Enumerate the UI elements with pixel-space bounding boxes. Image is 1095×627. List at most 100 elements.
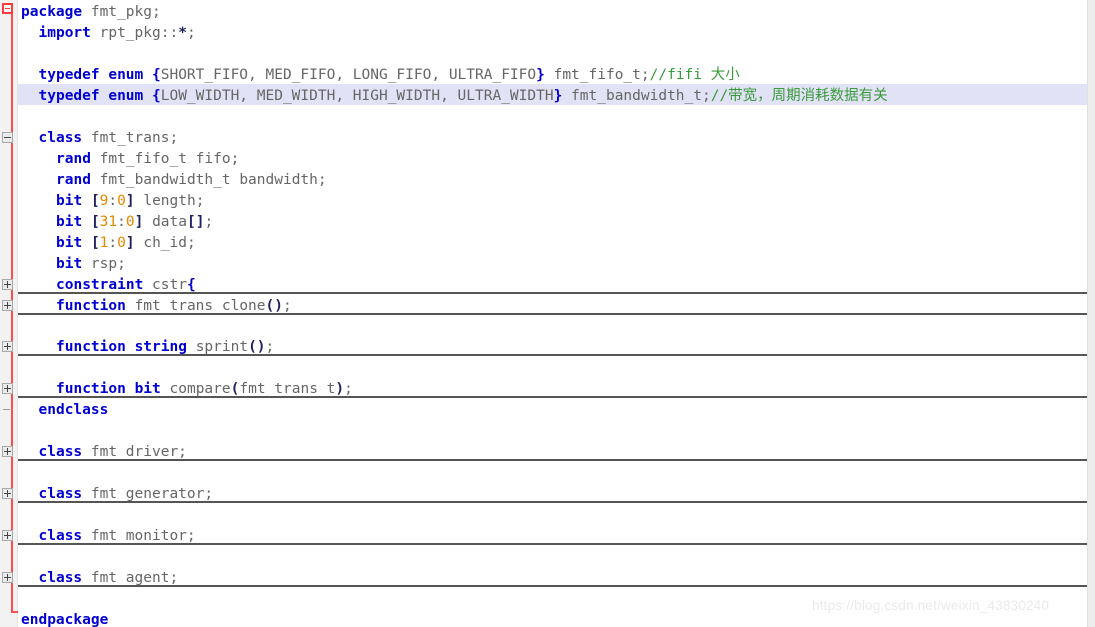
code-token-brc: { xyxy=(152,88,161,104)
fold-expand-icon[interactable] xyxy=(2,572,13,583)
code-token-kw: constraint xyxy=(56,277,144,293)
code-line[interactable]: package fmt_pkg; xyxy=(21,2,161,23)
code-token-brc: } xyxy=(536,67,545,83)
fold-expand-icon[interactable] xyxy=(2,279,13,290)
code-token-kw: string xyxy=(134,339,187,355)
code-token-op: [ xyxy=(90,235,100,251)
code-token-kw: bit xyxy=(56,235,83,251)
code-token-id: rpt_pkg:: xyxy=(90,25,179,41)
change-bar-end-cap xyxy=(11,611,18,613)
code-token-kw: endpackage xyxy=(21,612,109,627)
code-line[interactable]: typedef enum {LOW_WIDTH, MED_WIDTH, HIGH… xyxy=(39,86,888,107)
collapsed-fold-separator xyxy=(18,501,1087,503)
code-token-kw: typedef xyxy=(38,67,100,83)
code-token-id: fmt_bandwidth_t; xyxy=(562,88,711,104)
code-token-id xyxy=(126,381,135,397)
collapsed-fold-separator xyxy=(18,292,1087,294)
code-token-cmt: //带宽，周期消耗数据有关 xyxy=(710,88,888,104)
code-token-id: fmt_fifo_t; xyxy=(544,67,650,83)
code-token-brc: } xyxy=(553,88,563,104)
code-token-kw: function xyxy=(56,339,126,355)
code-editor[interactable]: package fmt_pkg; import rpt_pkg::*; typede… xyxy=(0,0,1095,627)
code-token-op: ) xyxy=(335,381,345,397)
code-token-kw: rand xyxy=(56,172,91,188)
code-token-kw: function xyxy=(56,298,126,314)
right-edge-pane xyxy=(1088,0,1095,627)
fold-expand-icon[interactable] xyxy=(2,383,13,394)
code-line[interactable]: endclass xyxy=(39,400,109,421)
code-token-id: data xyxy=(143,214,187,230)
code-token-id xyxy=(82,235,91,251)
code-token-id: ; xyxy=(186,25,196,41)
code-token-num: 0 xyxy=(125,214,135,230)
code-token-kw: bit xyxy=(56,256,83,272)
code-token-id: rsp; xyxy=(82,256,126,272)
collapsed-fold-separator xyxy=(18,396,1087,398)
code-line[interactable]: bit [1:0] ch_id; xyxy=(56,233,196,254)
fold-end-marker-icon xyxy=(3,409,10,410)
fold-expand-icon[interactable] xyxy=(2,300,13,311)
code-token-id: fmt_generator; xyxy=(82,486,214,502)
code-token-id: fmt_trans; xyxy=(82,130,179,146)
code-token-kw: bit xyxy=(56,193,83,209)
code-token-id xyxy=(82,214,91,230)
code-token-cmt: //fifi 大小 xyxy=(649,67,740,83)
fold-expand-icon[interactable] xyxy=(2,446,13,457)
code-token-kw: import xyxy=(38,25,91,41)
code-token-id: LOW_WIDTH, MED_WIDTH, HIGH_WIDTH, ULTRA_… xyxy=(160,88,554,104)
code-token-id: fmt_agent; xyxy=(82,570,179,586)
code-token-id: ch_id; xyxy=(134,235,196,251)
code-token-op: * xyxy=(178,25,187,41)
code-token-op: () xyxy=(265,298,283,314)
code-token-id xyxy=(126,339,135,355)
code-token-id: ; xyxy=(204,214,214,230)
code-token-id: compare xyxy=(160,381,231,397)
code-token-id: ; xyxy=(283,298,292,314)
code-line[interactable]: bit rsp; xyxy=(56,254,126,275)
code-line[interactable]: rand fmt_fifo_t fifo; xyxy=(56,149,239,170)
code-token-kw: rand xyxy=(56,151,91,167)
code-token-id: fmt_bandwidth_t bandwidth; xyxy=(90,172,327,188)
code-token-id: SHORT_FIFO, MED_FIFO, LONG_FIFO, ULTRA_F… xyxy=(160,67,537,83)
code-token-id xyxy=(143,88,152,104)
code-token-id: length; xyxy=(134,193,205,209)
code-token-op: ] xyxy=(125,235,135,251)
code-token-op: ] xyxy=(125,193,135,209)
code-line[interactable]: rand fmt_bandwidth_t bandwidth; xyxy=(56,170,327,191)
code-token-op: [ xyxy=(90,193,100,209)
fold-expand-icon[interactable] xyxy=(2,530,13,541)
code-token-id: : xyxy=(117,214,126,230)
fold-collapse-icon[interactable] xyxy=(2,132,13,143)
code-line[interactable]: bit [9:0] length; xyxy=(56,191,204,212)
collapsed-fold-separator xyxy=(18,585,1087,587)
code-token-id: fmt_fifo_t fifo; xyxy=(90,151,240,167)
code-token-id: cstr xyxy=(143,277,187,293)
code-token-kw: function xyxy=(56,381,126,397)
code-line[interactable]: bit [31:0] data[]; xyxy=(56,212,213,233)
code-token-op: [] xyxy=(187,214,205,230)
code-line[interactable]: import rpt_pkg::*; xyxy=(39,23,196,44)
code-line[interactable]: endpackage xyxy=(21,610,108,627)
code-token-kw: enum xyxy=(108,88,144,104)
collapsed-fold-separator xyxy=(18,459,1087,461)
code-token-kw: class xyxy=(38,528,83,544)
code-token-kw: bit xyxy=(134,381,161,397)
code-token-id: ; xyxy=(344,381,353,397)
collapsed-fold-separator xyxy=(18,543,1087,545)
code-token-kw: enum xyxy=(108,67,144,83)
code-line[interactable]: typedef enum {SHORT_FIFO, MED_FIFO, LONG… xyxy=(39,65,740,86)
code-token-id: : xyxy=(108,193,118,209)
code-token-id xyxy=(82,193,91,209)
fold-expand-icon[interactable] xyxy=(2,488,13,499)
code-token-kw: class xyxy=(38,130,83,146)
code-line[interactable]: class fmt_trans; xyxy=(39,128,179,149)
fold-expand-icon[interactable] xyxy=(2,341,13,352)
fold-collapse-icon[interactable] xyxy=(2,3,13,14)
code-token-kw: class xyxy=(38,486,83,502)
code-token-id: fmt_pkg; xyxy=(82,4,161,20)
code-token-id xyxy=(143,67,152,83)
code-token-op: [ xyxy=(90,214,100,230)
code-token-kw: endclass xyxy=(38,402,109,418)
code-token-kw: bit xyxy=(56,214,83,230)
code-token-brc: { xyxy=(186,277,196,293)
